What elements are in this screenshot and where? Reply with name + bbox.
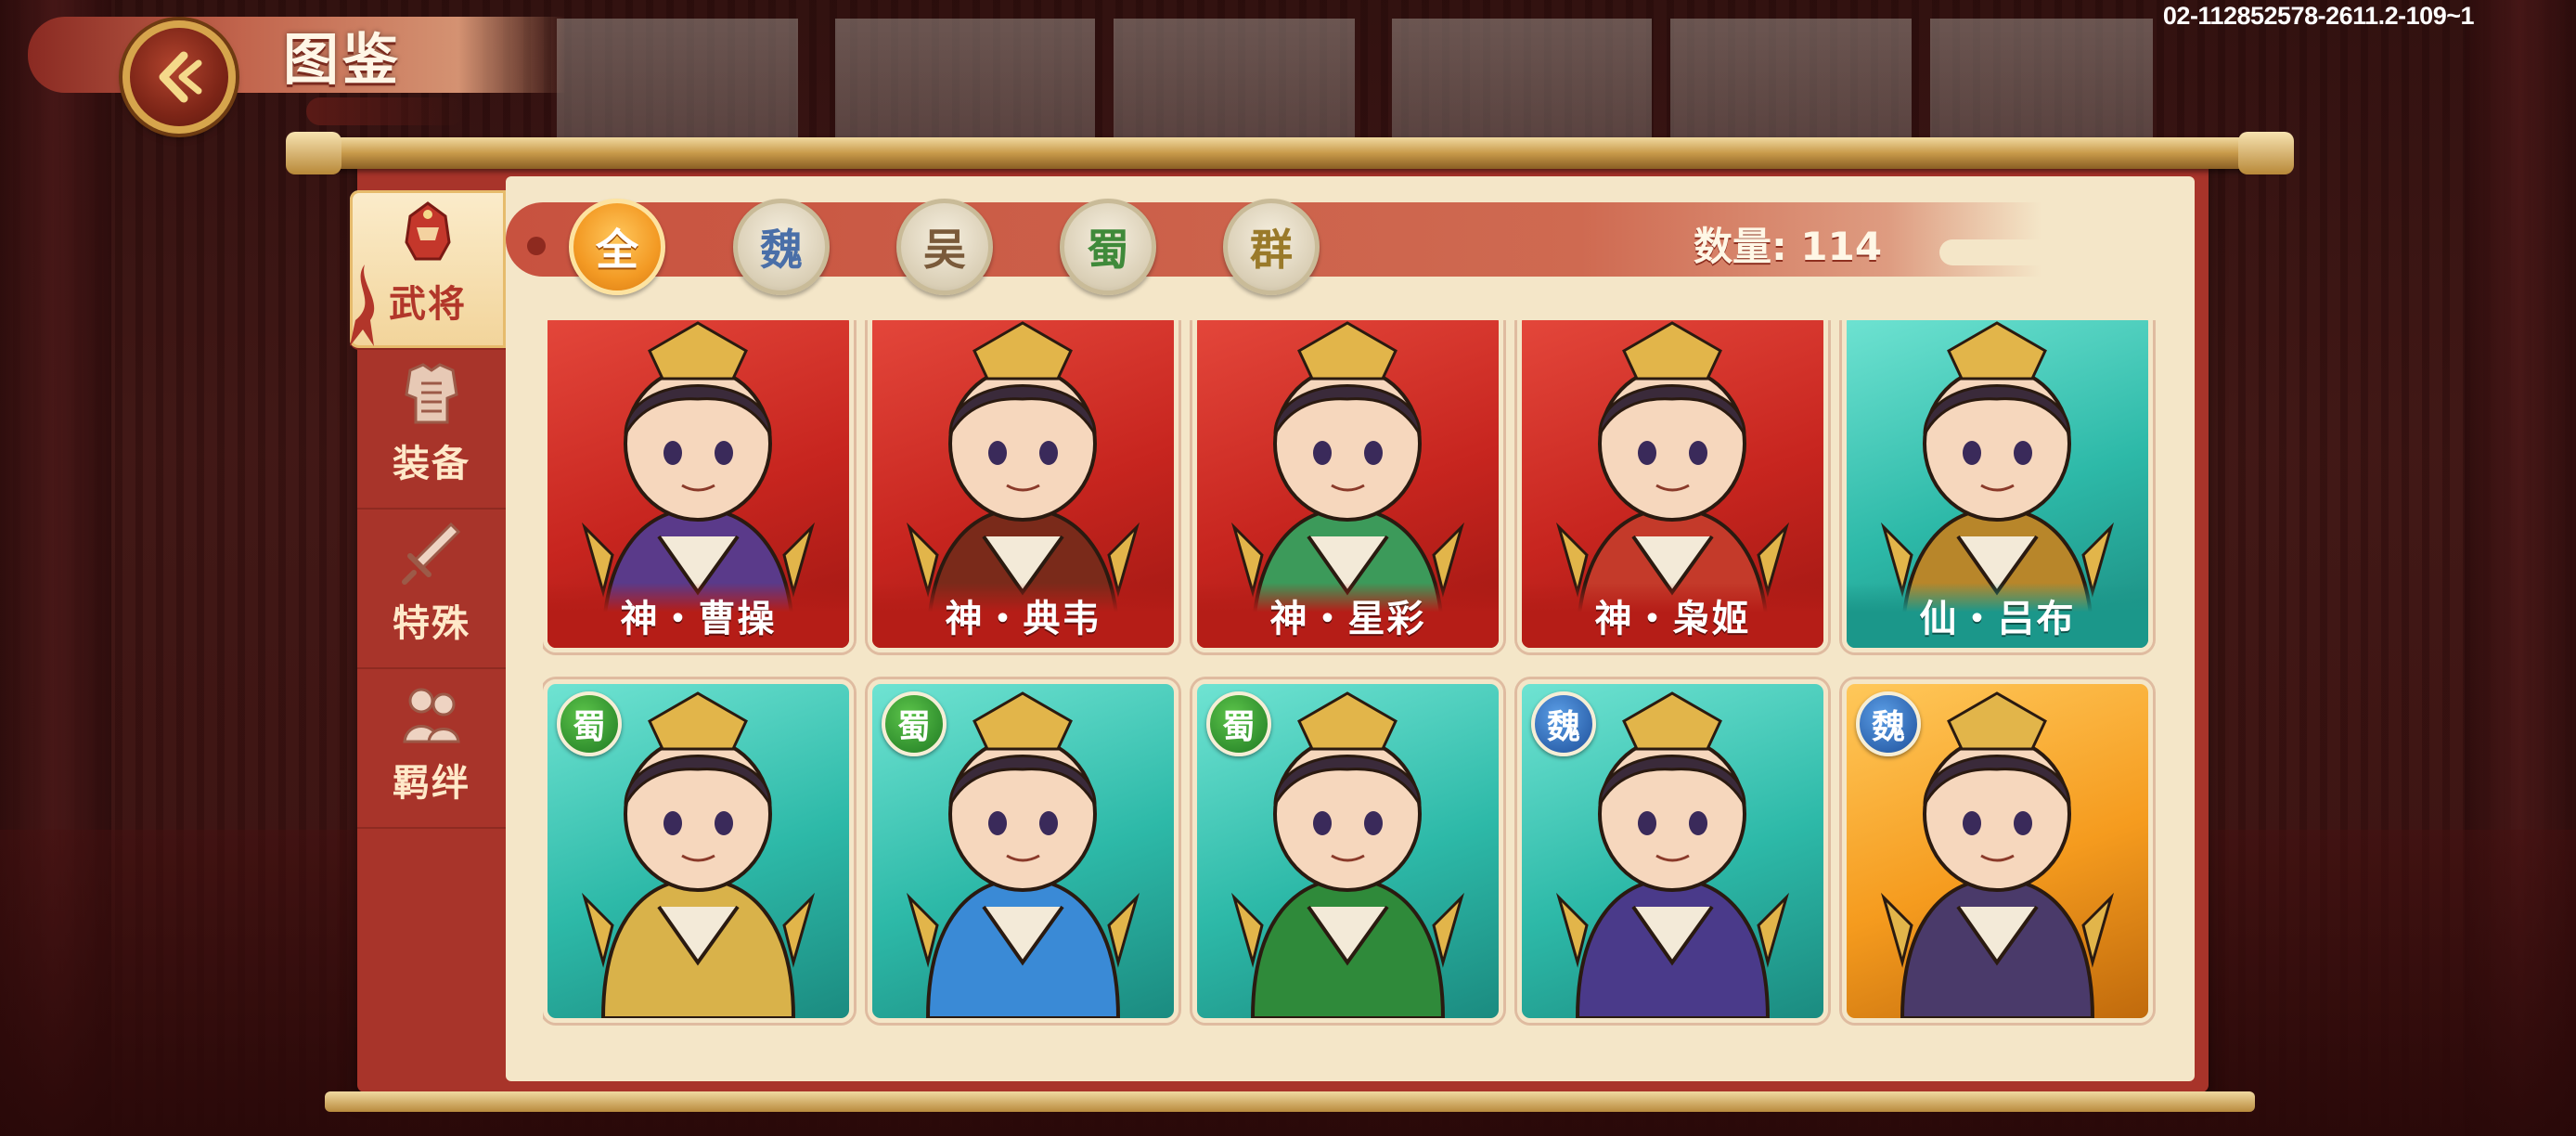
header-subribbon — [306, 97, 464, 125]
faction-filter-wei[interactable]: 魏 — [733, 199, 830, 295]
hero-card[interactable]: 蜀 — [1192, 679, 1503, 1023]
hero-name: 神・曹操 — [547, 583, 849, 648]
side-tab-generals[interactable]: 武将 — [350, 190, 506, 350]
side-tab-label: 羁绊 — [393, 762, 470, 805]
side-tab-special[interactable]: 特殊 — [357, 510, 506, 669]
side-tab-label: 特殊 — [393, 602, 470, 645]
hero-card[interactable]: 魏 — [1842, 679, 2153, 1023]
side-tab-list: 武将 装备 特殊 羁绊 — [350, 190, 506, 829]
faction-badge: 蜀 — [1206, 691, 1271, 756]
faction-badge: 蜀 — [557, 691, 622, 756]
bar-swirl-decoration — [1939, 239, 2125, 265]
ribbon-icon — [350, 265, 375, 346]
hero-name: 神・典韦 — [872, 583, 1174, 648]
faction-badge: 蜀 — [882, 691, 947, 756]
characters-icon — [395, 677, 468, 749]
hero-name: 仙・吕布 — [1847, 583, 2148, 648]
faction-filter-shu[interactable]: 蜀 — [1060, 199, 1156, 295]
hero-card[interactable]: 魏 — [1517, 679, 1828, 1023]
hero-card[interactable]: 神・枭姬 — [1517, 320, 1828, 652]
sword-icon — [395, 517, 468, 589]
scroll-top-rod — [286, 132, 2294, 174]
hero-card[interactable]: 蜀 — [543, 679, 854, 1023]
side-tab-bonds[interactable]: 羁绊 — [357, 669, 506, 829]
faction-filter-qun[interactable]: 群 — [1223, 199, 1320, 295]
hero-card[interactable]: 蜀 — [868, 679, 1179, 1023]
side-tab-label: 武将 — [389, 283, 467, 326]
faction-filter-all[interactable]: 全 — [569, 199, 665, 295]
build-id-text: 02-112852578-2611.2-109~1 — [2162, 2, 2475, 30]
hero-card[interactable]: 神・星彩 — [1192, 320, 1503, 652]
page-title: 图鉴 — [283, 28, 402, 93]
back-arrow-icon — [159, 51, 202, 103]
helmet-icon — [392, 198, 464, 270]
hero-card[interactable]: 仙・吕布 — [1842, 320, 2153, 652]
hero-card-grid: 神・曹操 神・典韦 神・星彩 神・枭姬 仙・吕布蜀 蜀 蜀 魏 魏 — [543, 320, 2162, 1044]
faction-badge: 魏 — [1531, 691, 1596, 756]
faction-filter-wu[interactable]: 吴 — [896, 199, 993, 295]
bar-dot-decoration — [527, 237, 546, 255]
hero-name: 神・星彩 — [1197, 583, 1499, 648]
side-tab-label: 装备 — [393, 443, 470, 485]
armor-icon — [395, 357, 468, 430]
hero-name: 神・枭姬 — [1522, 583, 1823, 648]
hero-card[interactable]: 神・曹操 — [543, 320, 854, 652]
scroll-bottom-rod — [325, 1091, 2255, 1112]
side-tab-equipment[interactable]: 装备 — [357, 350, 506, 510]
faction-badge: 魏 — [1856, 691, 1921, 756]
hero-card[interactable]: 神・典韦 — [868, 320, 1179, 652]
back-button[interactable] — [122, 20, 236, 134]
hero-count: 数量: 114 — [1694, 224, 1883, 269]
